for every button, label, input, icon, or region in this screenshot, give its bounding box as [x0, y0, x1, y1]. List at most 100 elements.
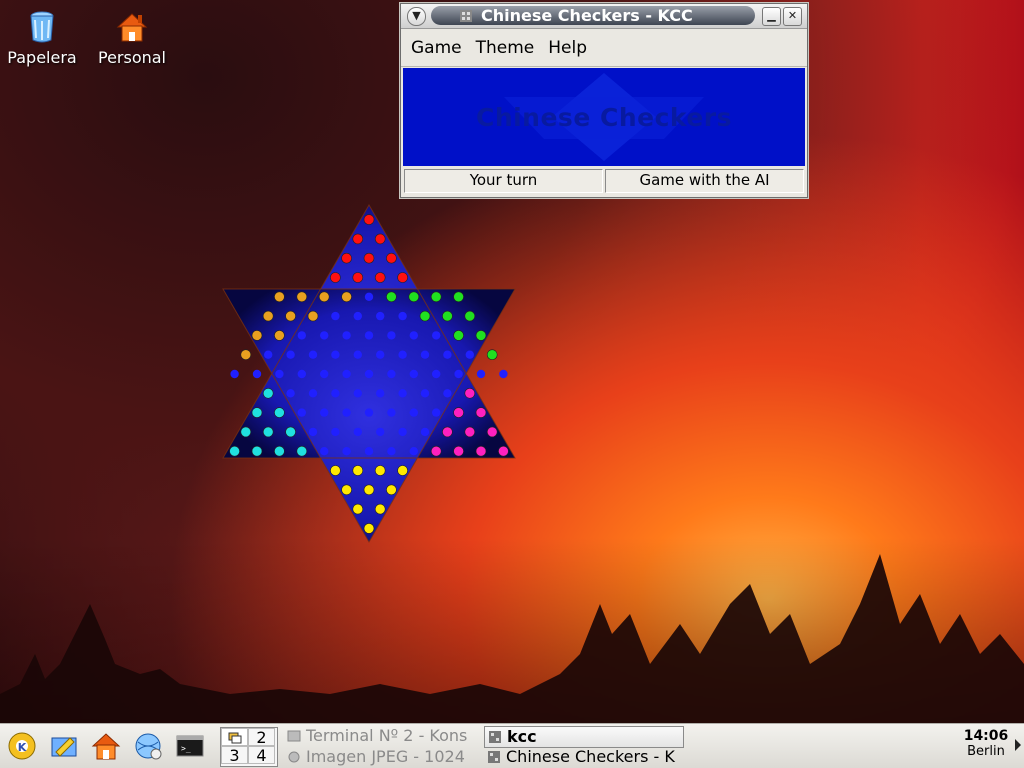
marble-magenta[interactable]	[442, 426, 453, 438]
board-hole[interactable]	[398, 427, 407, 437]
marble-cyan[interactable]	[229, 445, 240, 457]
marble-green[interactable]	[419, 310, 431, 322]
marble-yellow[interactable]	[374, 465, 386, 476]
board-hole[interactable]	[320, 447, 329, 456]
board-hole[interactable]	[376, 389, 385, 398]
board-hole[interactable]	[398, 311, 407, 321]
board-hole[interactable]	[420, 389, 430, 398]
board-hole[interactable]	[420, 427, 430, 437]
board-hole[interactable]	[331, 389, 340, 398]
board-hole[interactable]	[353, 389, 362, 398]
title-pill[interactable]: Chinese Checkers - KCC	[431, 6, 755, 25]
marble-magenta[interactable]	[453, 407, 464, 418]
board-hole[interactable]	[320, 369, 329, 379]
pager-desktop-2[interactable]: 2	[248, 728, 275, 747]
marble-magenta[interactable]	[498, 445, 509, 457]
marble-green[interactable]	[430, 291, 442, 303]
board-hole[interactable]	[387, 369, 396, 379]
marble-orange[interactable]	[307, 310, 319, 322]
task-kcc[interactable]: kcc	[484, 726, 684, 748]
board-hole[interactable]	[387, 331, 396, 340]
browser-icon[interactable]	[132, 730, 164, 762]
marble-green[interactable]	[475, 330, 487, 341]
marble-orange[interactable]	[285, 310, 296, 322]
marble-yellow[interactable]	[330, 465, 341, 476]
board-hole[interactable]	[398, 389, 407, 398]
board-hole[interactable]	[443, 389, 452, 398]
marble-orange[interactable]	[262, 310, 274, 322]
marble-magenta[interactable]	[475, 445, 487, 457]
title-bar[interactable]: ▼ Chinese Checkers - KCC ▁ ✕	[401, 4, 807, 29]
marble-cyan[interactable]	[285, 426, 296, 438]
board-hole[interactable]	[409, 331, 418, 340]
board-hole[interactable]	[308, 427, 318, 437]
menu-game[interactable]: Game	[411, 38, 462, 58]
board-hole[interactable]	[264, 350, 273, 359]
clock[interactable]: 14:06 Berlin	[958, 728, 1014, 759]
board-hole[interactable]	[297, 369, 306, 379]
marble-red[interactable]	[341, 252, 352, 264]
marble-yellow[interactable]	[397, 465, 408, 476]
marble-cyan[interactable]	[262, 387, 274, 399]
marble-yellow[interactable]	[363, 484, 375, 496]
board-hole[interactable]	[376, 350, 385, 359]
board-hole[interactable]	[342, 408, 351, 417]
board-hole[interactable]	[353, 427, 362, 437]
minimize-button[interactable]: ▁	[762, 7, 781, 26]
board-hole[interactable]	[364, 447, 374, 456]
marble-cyan[interactable]	[251, 407, 263, 418]
marble-magenta[interactable]	[453, 445, 464, 457]
marble-orange[interactable]	[251, 330, 263, 341]
board-hole[interactable]	[331, 427, 340, 437]
close-button[interactable]: ✕	[783, 7, 802, 26]
board-hole[interactable]	[331, 350, 340, 359]
board-hole[interactable]	[387, 447, 396, 456]
marble-orange[interactable]	[318, 291, 330, 303]
marble-cyan[interactable]	[251, 445, 263, 457]
task-image[interactable]: Imagen JPEG - 1024	[284, 747, 480, 767]
home-icon[interactable]	[90, 730, 122, 762]
marble-red[interactable]	[363, 214, 375, 225]
board-hole[interactable]	[409, 447, 418, 456]
board-hole[interactable]	[376, 427, 385, 437]
board-hole[interactable]	[364, 408, 374, 417]
board-hole[interactable]	[342, 447, 351, 456]
pager-desktop-1[interactable]	[221, 728, 248, 746]
marble-yellow[interactable]	[386, 484, 397, 496]
marble-red[interactable]	[374, 272, 386, 283]
board-hole[interactable]	[275, 369, 284, 379]
marble-yellow[interactable]	[352, 503, 364, 515]
marble-magenta[interactable]	[464, 426, 476, 438]
desktop-pager[interactable]: 2 3 4	[220, 727, 278, 767]
marble-orange[interactable]	[274, 330, 285, 341]
marble-red[interactable]	[352, 272, 364, 283]
board-hole[interactable]	[364, 292, 374, 301]
marble-orange[interactable]	[296, 291, 308, 303]
board-hole[interactable]	[499, 369, 508, 379]
marble-yellow[interactable]	[363, 523, 375, 534]
marble-green[interactable]	[464, 310, 476, 322]
board-hole[interactable]	[286, 389, 295, 398]
marble-orange[interactable]	[341, 291, 352, 303]
marble-red[interactable]	[352, 233, 364, 245]
marble-magenta[interactable]	[430, 445, 442, 457]
board-hole[interactable]	[443, 350, 452, 359]
marble-red[interactable]	[363, 252, 375, 264]
board-hole[interactable]	[476, 369, 486, 379]
marble-red[interactable]	[374, 233, 386, 245]
board-hole[interactable]	[308, 389, 318, 398]
pager-desktop-3[interactable]: 3	[221, 746, 248, 765]
marble-green[interactable]	[453, 330, 464, 341]
kde-menu-icon[interactable]: K	[6, 730, 38, 762]
menu-help[interactable]: Help	[548, 38, 587, 58]
marble-cyan[interactable]	[296, 445, 308, 457]
marble-magenta[interactable]	[475, 407, 487, 418]
marble-orange[interactable]	[240, 349, 252, 361]
marble-green[interactable]	[453, 291, 464, 303]
board-hole[interactable]	[465, 350, 474, 359]
board-hole[interactable]	[420, 350, 430, 359]
board-hole[interactable]	[297, 331, 306, 340]
marble-magenta[interactable]	[486, 426, 498, 438]
board-hole[interactable]	[387, 408, 396, 417]
marble-red[interactable]	[386, 252, 397, 264]
